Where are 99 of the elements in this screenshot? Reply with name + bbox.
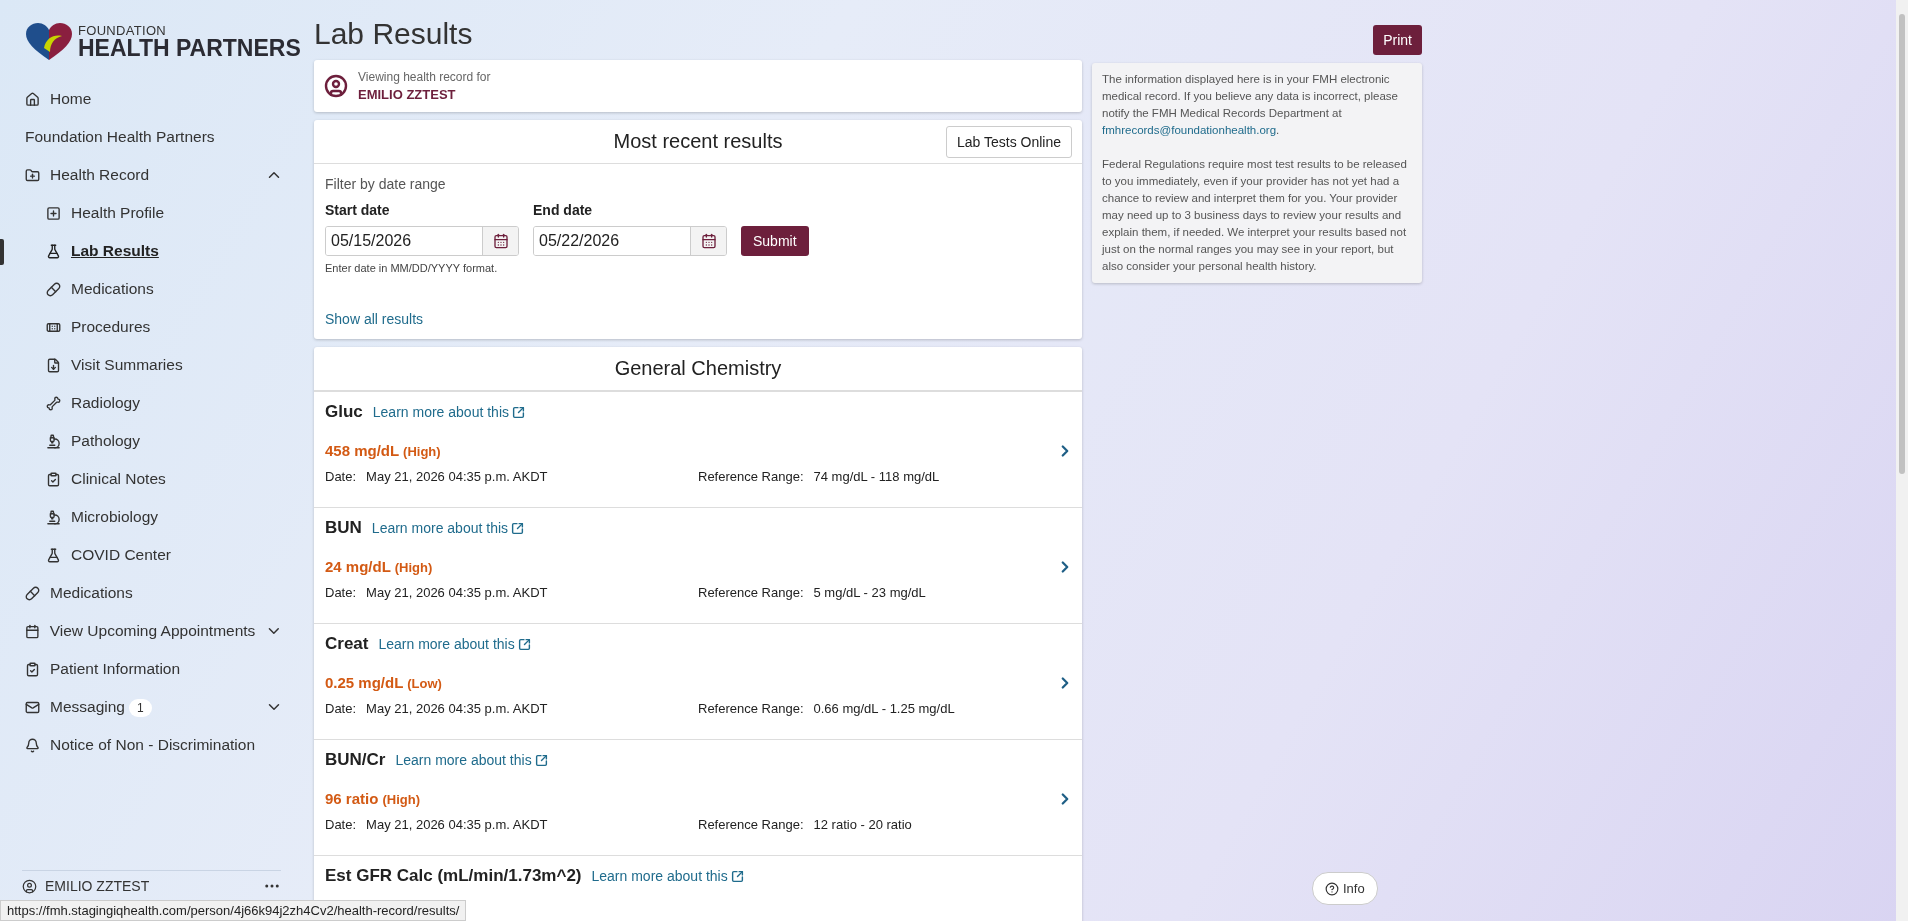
sidebar-item[interactable]: Foundation Health Partners — [0, 118, 305, 156]
sidebar-item[interactable]: Procedures — [0, 308, 305, 346]
test-name: Gluc — [325, 402, 363, 422]
card-title: Most recent results — [613, 130, 783, 153]
date-format-hint: Enter date in MM/DD/YYYY format. — [325, 262, 499, 274]
learn-more-link[interactable]: Learn more about this — [378, 636, 531, 652]
nav-icon — [46, 281, 61, 297]
sidebar-item[interactable]: Patient Information — [0, 650, 305, 688]
learn-more-link[interactable]: Learn more about this — [372, 404, 525, 420]
result-value: 96 ratio (High) — [325, 790, 421, 807]
result-value: 24 mg/dL (High) — [325, 558, 433, 575]
sidebar-item[interactable]: COVID Center — [0, 536, 305, 574]
user-icon — [22, 878, 37, 894]
test-name: Est GFR Calc (mL/min/1.73m^2) — [325, 866, 582, 886]
user-icon — [324, 74, 348, 98]
nav-icon — [46, 205, 61, 221]
calendar-icon[interactable] — [482, 227, 518, 255]
lab-tests-online-button[interactable]: Lab Tests Online — [945, 126, 1072, 158]
result-date: May 21, 2026 04:35 p.m. AKDT — [366, 469, 548, 484]
card-title: General Chemistry — [614, 357, 782, 380]
nav-icon — [46, 357, 61, 373]
result-date: May 21, 2026 04:35 p.m. AKDT — [366, 701, 548, 716]
date-label: Date: — [325, 817, 357, 832]
nav-icon — [46, 395, 61, 411]
sidebar-item[interactable]: Medications — [0, 574, 305, 612]
show-all-link[interactable]: Show all results — [325, 311, 424, 327]
sidebar-item[interactable]: Lab Results — [0, 232, 305, 270]
reference-range: 5 mg/dL - 23 mg/dL — [813, 585, 926, 600]
sidebar-item[interactable]: Health Profile — [0, 194, 305, 232]
date-field[interactable]: 05/15/2026 — [325, 226, 519, 256]
range-label: Reference Range: — [698, 817, 804, 832]
learn-more-link[interactable]: Learn more about this — [371, 520, 525, 536]
nav-icon — [46, 433, 61, 449]
help-icon — [1325, 881, 1339, 896]
sidebar-item[interactable]: Clinical Notes — [0, 460, 305, 498]
sidebar-item[interactable]: Visit Summaries — [0, 346, 305, 384]
user-name: EMILIO ZZTEST — [45, 878, 151, 894]
date-field[interactable]: 05/22/2026 — [533, 226, 727, 256]
nav-icon — [46, 243, 61, 259]
logo-text: HEALTH PARTNERS — [78, 37, 301, 60]
nav-icon — [25, 661, 40, 677]
learn-more-link[interactable]: Learn more about this — [395, 752, 548, 768]
sidebar-item[interactable]: Notice of Non - Discrimination — [0, 726, 305, 764]
test-name: BUN/Cr — [325, 750, 386, 770]
print-button[interactable]: Print — [1373, 25, 1422, 55]
external-link-icon — [534, 753, 548, 767]
result-date: May 21, 2026 04:35 p.m. AKDT — [366, 585, 548, 600]
date-label: End date — [533, 202, 594, 218]
sidebar-item[interactable]: Radiology — [0, 384, 305, 422]
filter-caption: Filter by date range — [325, 176, 447, 192]
date-label: Date: — [325, 701, 357, 716]
reference-range: 0.66 mg/dL - 1.25 mg/dL — [813, 701, 955, 716]
nav-icon — [25, 623, 40, 639]
date-label: Date: — [325, 469, 357, 484]
external-link-icon — [511, 521, 525, 535]
sidebar-item[interactable]: Health Record — [0, 156, 305, 194]
nav-icon — [25, 167, 40, 183]
scrollbar[interactable] — [1896, 0, 1908, 921]
viewing-caption: Viewing health record for — [358, 70, 491, 84]
sidebar-item[interactable]: Medications — [0, 270, 305, 308]
sidebar-item[interactable]: View Upcoming Appointments — [0, 612, 305, 650]
patient-name: EMILIO ZZTEST — [358, 87, 457, 102]
reference-range: 74 mg/dL - 118 mg/dL — [813, 469, 940, 484]
sidebar-item[interactable]: Home — [0, 80, 305, 118]
external-link-icon — [512, 405, 525, 419]
nav-icon — [46, 509, 61, 525]
heart-logo-icon — [24, 22, 74, 62]
logo-text: FOUNDATION — [78, 24, 167, 37]
nav-icon — [25, 737, 40, 753]
nav-icon — [46, 471, 61, 487]
test-name: BUN — [325, 518, 362, 538]
status-url: https://fmh.stagingiqhealth.com/person/4j66k94j2zh4Cv2/health-record/results/ — [0, 900, 467, 921]
reference-range: 12 ratio - 20 ratio — [813, 817, 912, 832]
nav-icon — [25, 91, 40, 107]
info-text: Federal Regulations require most test results to be released to you immediately, even if your provider has not yet had a chance to review and interpret them for you. Your provider may need up to 3 business days to review your results and explain them, if needed. We interpret your results based not just on the normal ranges you may see in your report, but also consider your personal health history. — [1102, 157, 1408, 274]
info-text: The information displayed here is in your FMH electronic medical record. If you believe any data is incorrect, please notify the FMH Medical Records Department at fmhrecords@foundationhealth.org. — [1102, 71, 1412, 139]
external-link-icon — [730, 869, 744, 883]
result-value: 0.25 mg/dL (Low) — [325, 674, 442, 691]
calendar-icon[interactable] — [690, 227, 726, 255]
sidebar-item[interactable]: Microbiology — [0, 498, 305, 536]
sidebar-item[interactable]: Pathology — [0, 422, 305, 460]
nav-icon — [25, 585, 40, 601]
page-title: Lab Results — [314, 20, 474, 48]
date-label: Date: — [325, 585, 357, 600]
result-date: May 21, 2026 04:35 p.m. AKDT — [366, 817, 548, 832]
date-label: Start date — [325, 202, 391, 218]
range-label: Reference Range: — [698, 701, 804, 716]
nav-icon — [25, 699, 40, 715]
submit-button[interactable]: Submit — [741, 226, 809, 256]
result-value: 458 mg/dL (High) — [325, 442, 441, 459]
sidebar-item[interactable]: Messaging 1 — [0, 688, 305, 726]
unread-count-badge: 1 — [128, 699, 152, 717]
learn-more-link[interactable]: Learn more about this — [591, 868, 744, 884]
external-link-icon — [517, 637, 531, 651]
nav-icon — [46, 547, 61, 563]
test-name: Creat — [325, 634, 369, 654]
range-label: Reference Range: — [698, 469, 804, 484]
range-label: Reference Range: — [698, 585, 804, 600]
info-button[interactable]: Info — [1312, 872, 1378, 905]
